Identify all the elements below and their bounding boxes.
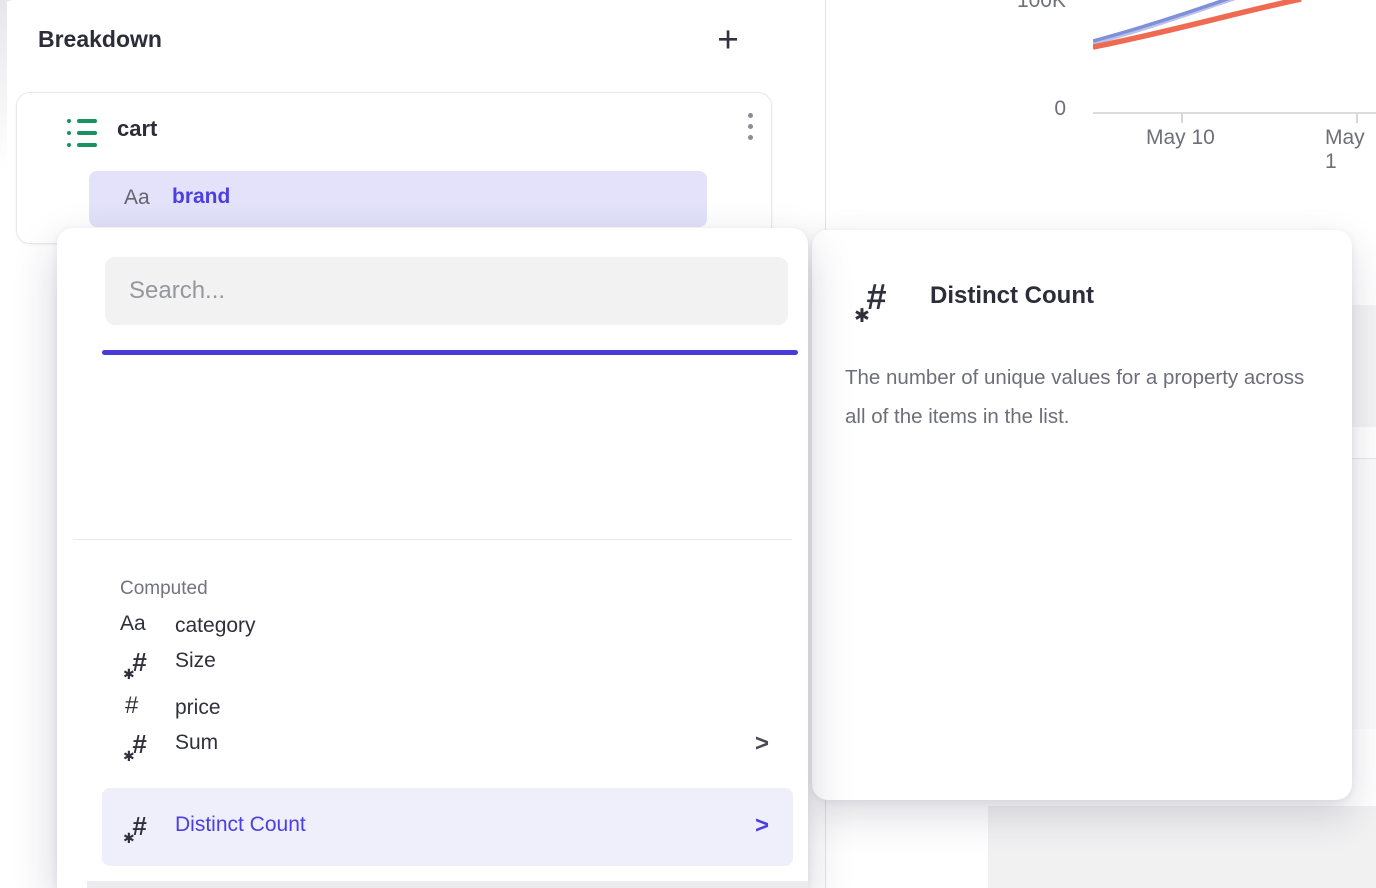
dropdown-item-sum[interactable]: # ✱ Sum > [102, 715, 793, 775]
dropdown-divider [73, 539, 792, 540]
chevron-right-icon: > [755, 812, 769, 840]
breakdown-group-card: cart Aa brand [16, 92, 772, 244]
group-name: cart [117, 116, 157, 142]
chevron-right-icon: > [755, 730, 769, 758]
chart-y-label-0: 0 [1006, 97, 1066, 121]
text-type-icon: Aa [124, 186, 150, 210]
tooltip-title: Distinct Count [930, 282, 1094, 310]
background-section [988, 806, 1376, 888]
property-dropdown: Aa category # price Computed # ✱ Size # … [57, 228, 808, 888]
breakdown-property-pill[interactable]: Aa brand [89, 171, 707, 227]
dropdown-item-size[interactable]: # ✱ Size [102, 633, 793, 693]
page-edge-shadow [0, 0, 7, 170]
list-property-icon [67, 119, 97, 147]
computed-number-icon: # ✱ [125, 647, 159, 679]
search-input[interactable] [105, 257, 788, 325]
selected-item-indicator [102, 350, 798, 355]
chart-x-axis [1093, 112, 1376, 114]
computed-section-label: Computed [120, 578, 208, 600]
dropdown-footer-divider [87, 881, 808, 888]
chart-tick [1356, 114, 1358, 123]
computed-number-icon: # ✱ [856, 276, 902, 320]
computed-number-icon: # ✱ [125, 729, 159, 761]
chart-x-label-may1: May 1 [1325, 126, 1376, 174]
distinct-count-tooltip: # ✱ Distinct Count The number of unique … [812, 230, 1352, 800]
chart-tick [1181, 114, 1183, 123]
property-name: brand [172, 185, 230, 209]
chart-y-label-100k: 100K [1006, 0, 1066, 13]
breakdown-title: Breakdown [38, 26, 162, 53]
dropdown-item-distinct-count[interactable]: # ✱ Distinct Count > [102, 788, 793, 866]
kebab-menu-icon[interactable] [735, 107, 765, 157]
add-breakdown-button[interactable]: + [706, 18, 750, 62]
tooltip-body: The number of unique values for a proper… [845, 358, 1317, 436]
group-row-cart[interactable]: cart [17, 93, 771, 171]
chart-x-label-may10: May 10 [1146, 126, 1215, 150]
chart-line-series [1093, 0, 1376, 58]
app-root: 100K 0 May 10 May 1 Breakdown + cart [0, 0, 1376, 888]
computed-number-icon: # ✱ [125, 811, 159, 843]
